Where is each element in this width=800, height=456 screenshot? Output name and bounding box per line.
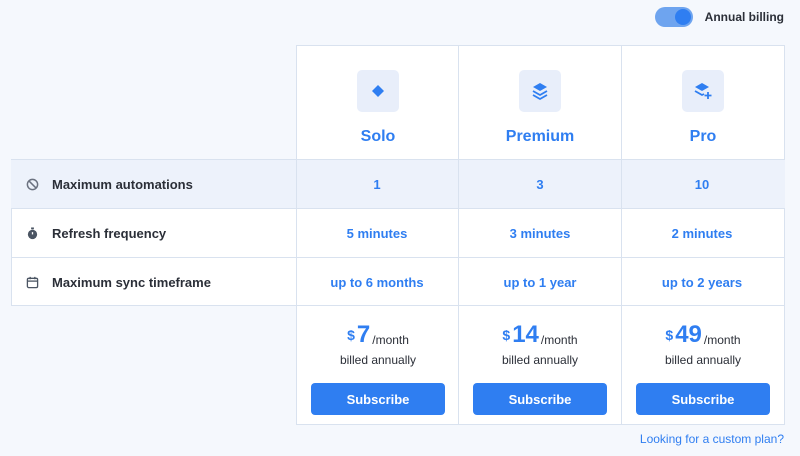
price-cell-solo: $ 7 /month billed annually Subscribe: [297, 306, 459, 425]
feature-value-pro: 10: [694, 177, 710, 192]
custom-plan-link[interactable]: Looking for a custom plan?: [640, 432, 784, 446]
feature-value-pro: 2 minutes: [671, 226, 733, 241]
layers-plus-icon: [682, 70, 724, 112]
billing-toggle-group: Annual billing: [654, 7, 784, 27]
price-period: /month: [703, 333, 741, 347]
feature-value-premium: up to 1 year: [503, 275, 577, 290]
plan-header-pro: Pro: [622, 45, 784, 159]
feature-value-premium: 3: [536, 177, 544, 192]
plan-header-premium: Premium: [459, 45, 621, 159]
column-divider: [296, 159, 297, 306]
feature-value-solo: 5 minutes: [346, 226, 408, 241]
price: $ 7 /month: [347, 322, 409, 348]
feature-value-pro: up to 2 years: [661, 275, 743, 290]
feature-value-solo: 1: [373, 177, 381, 192]
feature-row-refresh: Refresh frequency 5 minutes 3 minutes 2 …: [11, 209, 785, 258]
feature-label: Maximum automations: [52, 177, 193, 192]
feature-row-sync-timeframe: Maximum sync timeframe up to 6 months up…: [11, 258, 785, 307]
subscribe-button-pro[interactable]: Subscribe: [636, 383, 770, 415]
price-cell-pro: $ 49 /month billed annually Subscribe: [622, 306, 784, 425]
currency-symbol: $: [665, 327, 674, 343]
billing-note: billed annually: [339, 353, 417, 367]
no-entry-icon: [25, 178, 39, 192]
subscribe-button-solo[interactable]: Subscribe: [311, 383, 445, 415]
currency-symbol: $: [502, 327, 511, 343]
feature-value-solo: up to 6 months: [330, 275, 424, 290]
toggle-knob: [674, 9, 691, 25]
subscribe-button-premium[interactable]: Subscribe: [473, 383, 607, 415]
price-amount: 49: [675, 321, 702, 348]
annual-billing-label: Annual billing: [704, 10, 784, 24]
plan-name: Solo: [360, 128, 396, 145]
price: $ 49 /month: [665, 322, 740, 348]
feature-label: Maximum sync timeframe: [52, 275, 211, 290]
diamond-icon: [357, 70, 399, 112]
price-amount: 14: [512, 321, 539, 348]
billing-note: billed annually: [664, 353, 742, 367]
price: $ 14 /month: [502, 322, 577, 348]
feature-label: Refresh frequency: [52, 226, 167, 241]
column-divider: [621, 159, 622, 306]
plan-name: Pro: [689, 128, 717, 145]
billing-note: billed annually: [501, 353, 579, 367]
plan-header-solo: Solo: [297, 45, 459, 159]
currency-symbol: $: [347, 327, 355, 343]
annual-billing-toggle[interactable]: [654, 7, 693, 27]
price-period: /month: [540, 333, 578, 347]
column-divider: [458, 159, 459, 306]
layers-icon: [519, 70, 561, 112]
feature-row-automations: Maximum automations 1 3 10: [11, 160, 785, 209]
price-cell-premium: $ 14 /month billed annually Subscribe: [459, 306, 621, 425]
stopwatch-icon: [25, 227, 39, 241]
calendar-icon: [25, 276, 39, 290]
price-amount: 7: [356, 321, 371, 348]
feature-value-premium: 3 minutes: [509, 226, 571, 241]
price-period: /month: [372, 333, 409, 347]
plan-name: Premium: [505, 128, 575, 145]
